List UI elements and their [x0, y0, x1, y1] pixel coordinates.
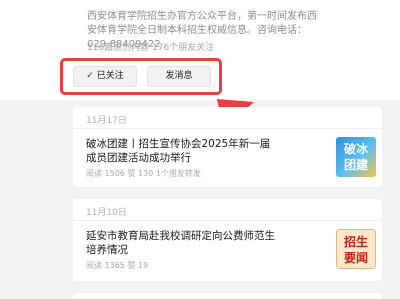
article-thumbnail[interactable]: 破冰 团建 [336, 137, 376, 177]
thumbnail-text: 招生 要闻 [343, 235, 368, 265]
article-card[interactable] [73, 293, 382, 299]
send-message-label: 发消息 [165, 71, 193, 81]
article-title[interactable]: 延安市教育局赴我校调研定向公费师范生培养情况 [86, 229, 276, 257]
divider [73, 220, 382, 221]
article-thumbnail[interactable]: 招生 要闻 [336, 229, 376, 269]
account-profile-card: 西安体育学院招生办官方公众平台，第一时间发布西安体育学院全日制本科招生权威信息。… [0, 0, 400, 100]
article-date: 11月10日 [86, 208, 127, 218]
highlight-box: ✓ 已关注 发消息 [60, 58, 222, 95]
article-meta: 阅读 1365 赞 19 [86, 261, 149, 270]
article-title[interactable]: 破冰团建丨招生宣传协会2025年新一届成员团建活动成功举行 [86, 137, 276, 165]
account-stats: 116篇原创内容 176个朋友关注 [87, 43, 215, 53]
followed-label: 已关注 [96, 71, 124, 81]
article-card[interactable]: 11月17日 破冰团建丨招生宣传协会2025年新一届成员团建活动成功举行 阅读 … [73, 107, 382, 187]
article-date: 11月17日 [86, 116, 127, 126]
article-card[interactable]: 11月10日 延安市教育局赴我校调研定向公费师范生培养情况 阅读 1365 赞 … [73, 199, 382, 281]
send-message-button[interactable]: 发消息 [147, 66, 211, 87]
article-meta: 阅读 1506 赞 130 1个朋友转发 [86, 169, 201, 178]
followed-button[interactable]: ✓ 已关注 [73, 66, 137, 87]
checkmark-icon: ✓ [86, 71, 94, 81]
divider [73, 128, 382, 129]
thumbnail-text: 破冰 团建 [343, 142, 368, 172]
